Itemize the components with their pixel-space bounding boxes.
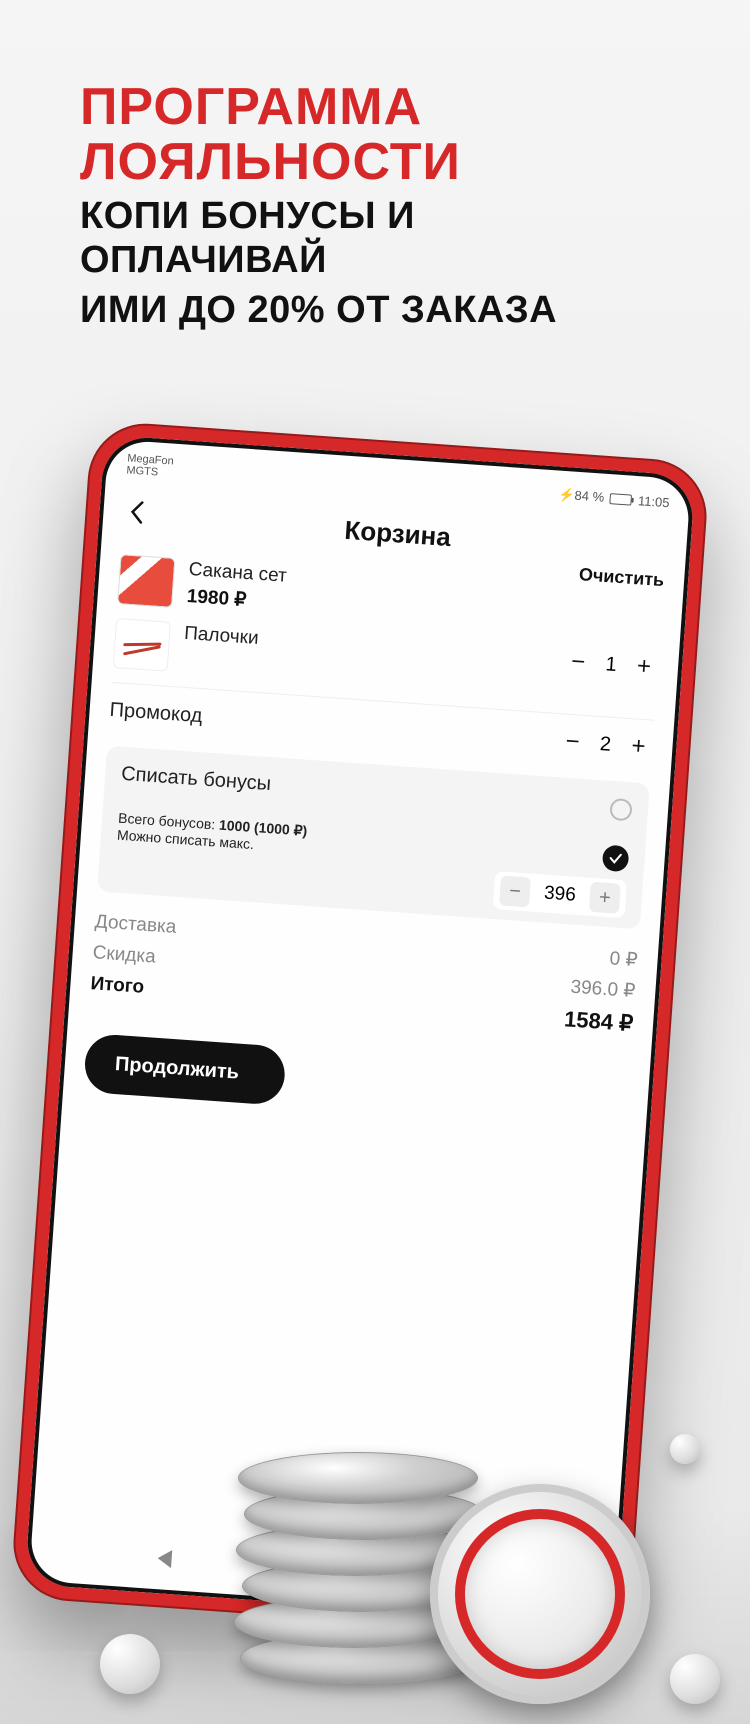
coin <box>238 1452 478 1504</box>
item-thumb-sticks <box>113 618 171 672</box>
coin-front <box>430 1484 650 1704</box>
coin-ring <box>455 1509 625 1679</box>
bonus-title-row: Списать бонусы <box>120 763 632 822</box>
discount-value: 396.0 ₽ <box>570 976 636 1003</box>
bonus-value: 396 <box>537 882 582 907</box>
totals: Доставка 0 ₽ Скидка 396.0 ₽ Итого 1584 ₽ <box>89 907 639 1051</box>
bonus-minus[interactable]: − <box>499 875 531 907</box>
status-carriers: MegaFon MGTS <box>126 452 174 479</box>
promo-header: ПРОГРАММА ЛОЯЛЬНОСТИ КОПИ БОНУСЫ И ОПЛАЧ… <box>0 0 750 362</box>
final-value: 1584 ₽ <box>563 1006 634 1037</box>
continue-button[interactable]: Продолжить <box>83 1033 287 1106</box>
bonus-block: Списать бонусы Всего бонусов: 1000 (1000… <box>97 746 650 930</box>
delivery-label: Доставка <box>94 911 177 940</box>
bonus-stepper: − 396 + <box>493 871 627 918</box>
decorative-ball <box>100 1634 160 1694</box>
qty-plus[interactable]: + <box>623 732 653 762</box>
decorative-ball <box>670 1654 720 1704</box>
status-right: ⚡84 % 11:05 <box>558 487 670 511</box>
battery-icon <box>610 493 633 506</box>
bonus-max-label: Можно списать макс. <box>116 827 628 879</box>
bonus-radio[interactable] <box>609 797 632 820</box>
bonus-plus[interactable]: + <box>589 882 621 914</box>
cart-area: Сакана сет 1980 ₽ − 1 + Палочки − 2 + П <box>65 542 688 1052</box>
qty-value: 2 <box>596 732 616 756</box>
nav-back-icon[interactable] <box>157 1549 172 1568</box>
bonus-title: Списать бонусы <box>120 763 271 796</box>
decorative-ball <box>670 1434 700 1464</box>
promo-title-2: ЛОЯЛЬНОСТИ <box>80 135 670 190</box>
promo-title-1: ПРОГРАММА <box>80 80 670 135</box>
final-label: Итого <box>89 973 144 1003</box>
qty-plus[interactable]: + <box>629 652 659 682</box>
bonus-info: Всего бонусов: 1000 (1000 ₽) Можно списа… <box>116 810 629 879</box>
qty-minus[interactable]: − <box>558 727 588 757</box>
battery-pct: ⚡84 % <box>558 487 605 506</box>
carrier-2: MGTS <box>126 464 173 479</box>
status-time: 11:05 <box>638 493 671 510</box>
qty-value: 1 <box>601 653 621 677</box>
promo-sub-1: КОПИ БОНУСЫ И ОПЛАЧИВАЙ <box>80 195 670 282</box>
promo-sub-2: ИМИ ДО 20% ОТ ЗАКАЗА <box>80 289 670 333</box>
qty-minus[interactable]: − <box>563 647 593 677</box>
delivery-value: 0 ₽ <box>609 947 638 972</box>
discount-label: Скидка <box>92 942 156 969</box>
item-thumb-sushi <box>117 554 175 608</box>
